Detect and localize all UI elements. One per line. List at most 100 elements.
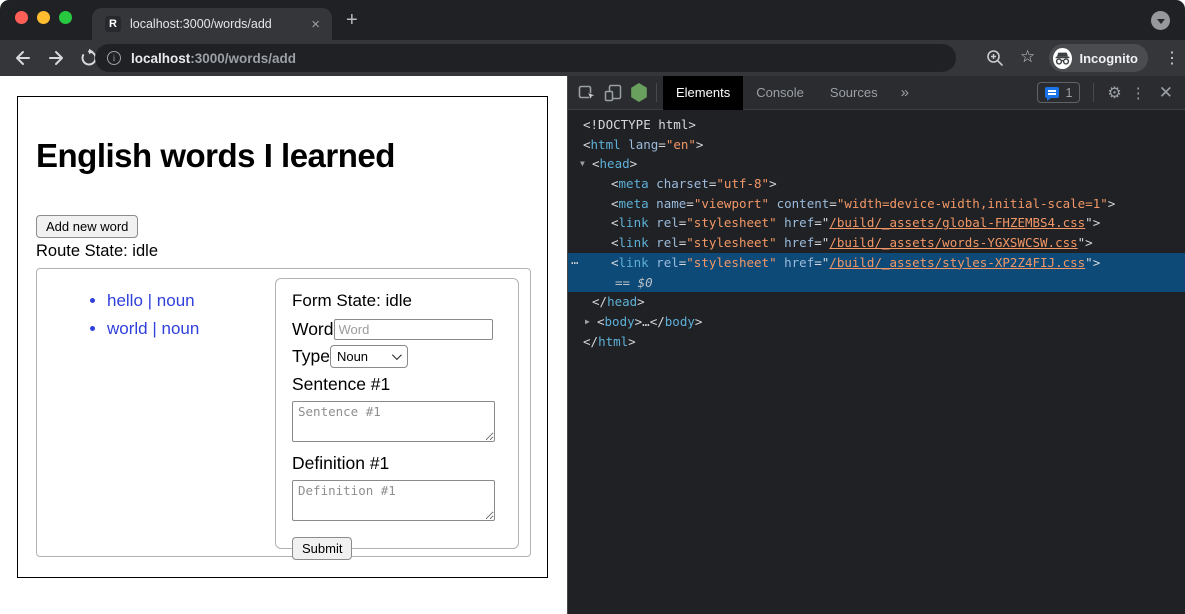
line-gutter-dots-icon[interactable]: ⋯ (571, 253, 579, 273)
code-line[interactable]: ▼<head> (568, 154, 1185, 174)
code-token: $0 (638, 275, 653, 290)
incognito-badge: Incognito (1049, 44, 1148, 72)
code-line[interactable]: <meta charset="utf-8"> (568, 174, 1185, 194)
code-token: html (598, 334, 628, 349)
devtools-panel: Elements Console Sources » 1 ⚙ ⋮ ✕ <!DOC… (567, 76, 1185, 614)
code-token: link (619, 255, 649, 270)
toolbar-divider (656, 83, 657, 102)
code-token: link (619, 215, 649, 230)
code-line[interactable]: ▶<body>…</body> (568, 312, 1185, 332)
code-token: < (611, 176, 619, 191)
definition-textarea[interactable] (292, 480, 495, 521)
code-token: <!DOCTYPE html> (583, 117, 696, 132)
code-token: lang (621, 137, 659, 152)
tab-strip: R localhost:3000/words/add × + (0, 0, 1185, 40)
code-line[interactable]: == $0 (568, 273, 1185, 293)
url-host: localhost (131, 51, 190, 66)
code-token: < (611, 215, 619, 230)
code-token: link (619, 235, 649, 250)
collapse-arrow-icon[interactable]: ▶ (585, 312, 590, 332)
settings-gear-icon[interactable]: ⚙ (1107, 83, 1121, 103)
back-button[interactable] (12, 48, 32, 68)
list-item: hello | noun (107, 291, 199, 311)
code-token: "> (1078, 235, 1093, 250)
code-token: < (592, 156, 600, 171)
caret-down-icon (1157, 19, 1165, 24)
code-token: =" (814, 235, 829, 250)
incognito-label: Incognito (1080, 51, 1139, 66)
bookmark-star-icon[interactable]: ☆ (1020, 47, 1035, 67)
code-token: html (591, 137, 621, 152)
toolbar-divider (1093, 83, 1094, 102)
tab-sources[interactable]: Sources (817, 76, 891, 110)
tab-close-icon[interactable]: × (309, 17, 322, 32)
devtools-toolbar: Elements Console Sources » 1 ⚙ ⋮ ✕ (568, 76, 1185, 110)
code-token: "viewport" (694, 196, 769, 211)
new-tab-button[interactable]: + (346, 9, 358, 32)
maximize-window-button[interactable] (59, 11, 72, 24)
type-select[interactable]: Noun (330, 345, 408, 368)
code-token: "> (1085, 255, 1100, 270)
code-token: body (665, 314, 695, 329)
devtools-close-icon[interactable]: ✕ (1155, 83, 1177, 103)
code-token: < (611, 196, 619, 211)
issues-counter[interactable]: 1 (1037, 82, 1080, 103)
form-state-text: Form State: idle (292, 291, 502, 311)
device-toolbar-icon[interactable] (600, 80, 626, 106)
code-line[interactable]: ⋯<link rel="stylesheet" href="/build/_as… (568, 253, 1185, 273)
extension-hexagon-icon[interactable] (626, 80, 652, 106)
code-token: name (649, 196, 687, 211)
traffic-lights (15, 11, 72, 24)
word-link-world[interactable]: world | noun (107, 319, 199, 338)
browser-window: R localhost:3000/words/add × + i localho… (0, 0, 1185, 614)
submit-button[interactable]: Submit (292, 537, 352, 560)
code-line[interactable]: <link rel="stylesheet" href="/build/_ass… (568, 213, 1185, 233)
code-line[interactable]: </head> (568, 292, 1185, 312)
word-link-hello[interactable]: hello | noun (107, 291, 195, 310)
code-line[interactable]: <html lang="en"> (568, 135, 1185, 155)
issues-count: 1 (1065, 86, 1072, 100)
code-token: "utf-8" (716, 176, 769, 191)
code-token: =" (814, 255, 829, 270)
code-token: > (1108, 196, 1116, 211)
code-line[interactable]: <meta name="viewport" content="width=dev… (568, 194, 1185, 214)
zoom-icon[interactable] (986, 49, 1004, 72)
code-token: </ (592, 294, 607, 309)
browser-menu-icon[interactable]: ⋮ (1164, 48, 1180, 68)
add-new-word-button[interactable]: Add new word (36, 215, 138, 238)
sentence-textarea[interactable] (292, 401, 495, 442)
tab-search-button[interactable] (1151, 11, 1170, 30)
devtools-code: <!DOCTYPE html><html lang="en">▼<head><m… (568, 110, 1185, 351)
code-token: > (695, 314, 703, 329)
type-select-value: Noun (337, 349, 392, 364)
forward-button[interactable] (47, 48, 67, 68)
app-container: English words I learned Add new word Rou… (17, 96, 548, 578)
code-line[interactable]: </html> (568, 332, 1185, 352)
code-token: > (696, 137, 704, 152)
close-window-button[interactable] (15, 11, 28, 24)
code-token: rel (649, 215, 679, 230)
expand-arrow-icon[interactable]: ▼ (580, 154, 585, 174)
browser-tab[interactable]: R localhost:3000/words/add × (92, 8, 332, 40)
code-token: head (607, 294, 637, 309)
tab-elements[interactable]: Elements (663, 76, 743, 110)
devtools-menu-icon[interactable]: ⋮ (1131, 84, 1146, 102)
code-line[interactable]: <!DOCTYPE html> (568, 115, 1185, 135)
definition-label: Definition #1 (292, 453, 502, 474)
code-token: meta (619, 196, 649, 211)
code-token: </ (650, 314, 665, 329)
code-line[interactable]: <link rel="stylesheet" href="/build/_ass… (568, 233, 1185, 253)
more-tabs-icon[interactable]: » (891, 76, 919, 110)
code-token: href (777, 235, 815, 250)
code-token: < (597, 314, 605, 329)
incognito-icon (1053, 48, 1072, 69)
address-bar[interactable]: i localhost:3000/words/add (95, 44, 956, 72)
site-info-icon[interactable]: i (107, 51, 121, 65)
minimize-window-button[interactable] (37, 11, 50, 24)
issues-bubble-icon (1045, 87, 1059, 98)
code-token: /build/_assets/global-FHZEMBS4.css (829, 215, 1085, 230)
word-input[interactable] (334, 319, 493, 340)
tab-console[interactable]: Console (743, 76, 817, 110)
url-path: :3000/words/add (190, 51, 296, 66)
inspect-element-icon[interactable] (574, 80, 600, 106)
